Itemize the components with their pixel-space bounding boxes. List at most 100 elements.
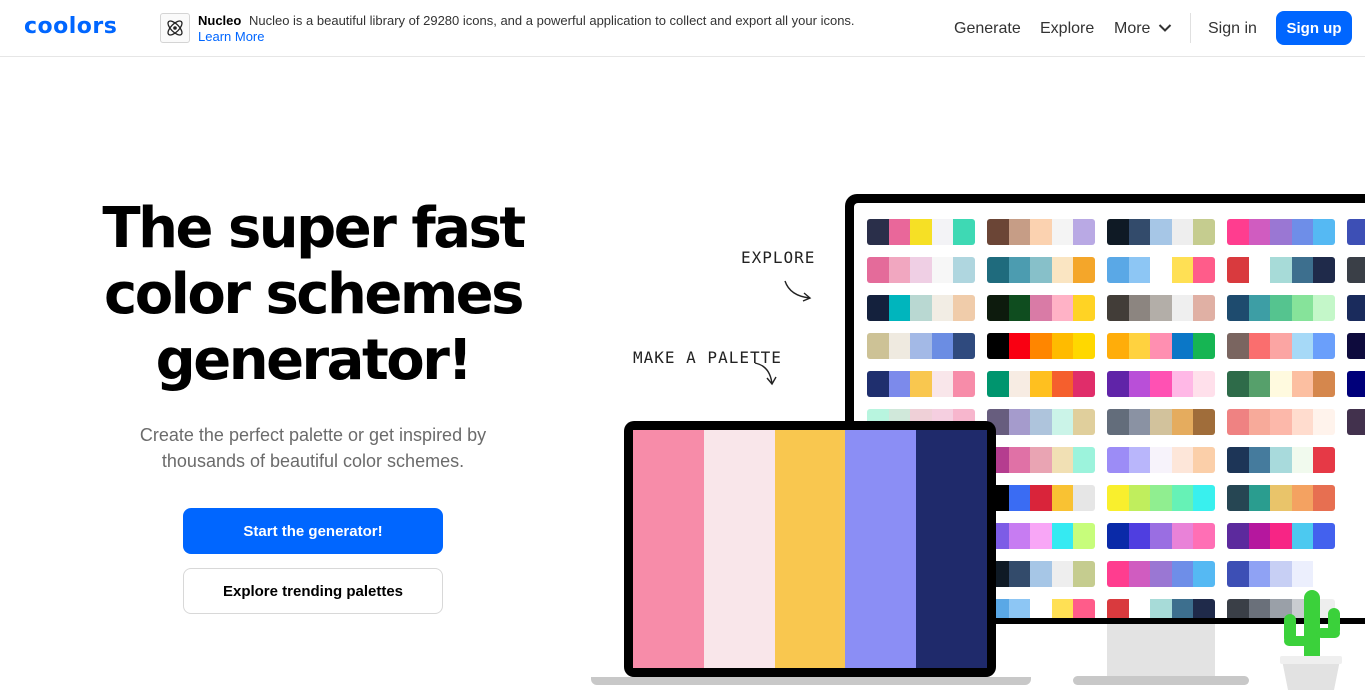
coolors-logo[interactable]: coolors — [24, 14, 117, 39]
palette-swatch — [1291, 219, 1314, 245]
nav-divider — [1190, 13, 1191, 43]
sign-up-button[interactable]: Sign up — [1276, 11, 1352, 45]
palette-swatch — [1150, 257, 1172, 283]
palette-swatch — [1291, 485, 1314, 511]
palette-swatch — [1030, 485, 1052, 511]
palette-swatch — [1227, 447, 1249, 473]
palette-swatch — [1248, 333, 1271, 359]
palette-swatch — [1030, 333, 1052, 359]
sponsored-ad[interactable]: Nucleo Nucleo is a beautiful library of … — [160, 13, 920, 45]
palette-swatch — [1128, 409, 1151, 435]
palette-swatch — [931, 371, 954, 397]
ad-learn-more-link[interactable]: Learn More — [198, 29, 264, 44]
palette-swatch — [1150, 561, 1172, 587]
explore-trending-button[interactable]: Explore trending palettes — [183, 568, 443, 614]
palette-thumbnail — [867, 295, 975, 321]
palette-swatch — [1227, 523, 1249, 549]
palette-swatch — [1008, 257, 1031, 283]
palette-swatch — [1030, 409, 1052, 435]
palette-swatch — [1248, 257, 1271, 283]
palette-swatch — [867, 295, 889, 321]
palette-swatch — [1008, 219, 1031, 245]
palette-swatch — [1270, 257, 1292, 283]
sign-in-link[interactable]: Sign in — [1208, 0, 1257, 57]
nav-explore[interactable]: Explore — [1040, 0, 1094, 57]
palette-swatch — [1150, 485, 1172, 511]
palette-thumbnail — [867, 333, 975, 359]
palette-swatch — [1008, 295, 1031, 321]
palette-swatch — [1128, 219, 1151, 245]
palette-swatch — [1227, 295, 1249, 321]
monitor-stand — [1107, 620, 1215, 680]
palette-swatch — [1051, 257, 1074, 283]
palette-swatch — [1030, 599, 1052, 618]
palette-swatch — [1128, 523, 1151, 549]
palette-swatch — [1248, 295, 1271, 321]
laptop-palette-swatch — [845, 430, 917, 668]
nucleo-logo-icon[interactable] — [160, 13, 190, 43]
hero-title-line-3: generator! — [155, 328, 473, 393]
palette-thumbnail — [1227, 295, 1335, 321]
hero-illustration: EXPLORE MAKE A PALETTE — [580, 180, 1365, 696]
palette-thumbnail — [1227, 523, 1335, 549]
palette-swatch — [888, 371, 911, 397]
palette-swatch — [1171, 409, 1194, 435]
palette-swatch — [1073, 523, 1095, 549]
palette-swatch — [910, 295, 932, 321]
palette-thumbnail — [1107, 257, 1215, 283]
palette-swatch — [1073, 219, 1095, 245]
palette-swatch — [1291, 371, 1314, 397]
hero-title-line-1: The super fast — [102, 196, 526, 261]
palette-thumbnail — [1107, 599, 1215, 618]
palette-swatch — [1270, 371, 1292, 397]
nav-generate[interactable]: Generate — [954, 0, 1021, 57]
palette-swatch — [1270, 447, 1292, 473]
nav-more-label: More — [1114, 19, 1151, 37]
palette-swatch — [1227, 219, 1249, 245]
palette-swatch — [1073, 485, 1095, 511]
palette-thumbnail — [1107, 409, 1215, 435]
palette-swatch — [1073, 257, 1095, 283]
palette-swatch — [931, 219, 954, 245]
laptop-illustration — [624, 421, 996, 677]
laptop-palette-swatch — [774, 430, 846, 668]
palette-swatch — [1171, 599, 1194, 618]
palette-swatch — [1051, 485, 1074, 511]
palette-thumbnail — [1227, 257, 1335, 283]
palette-swatch — [1193, 599, 1215, 618]
palette-swatch — [1227, 371, 1249, 397]
palette-swatch — [1248, 523, 1271, 549]
palette-swatch — [1008, 409, 1031, 435]
palette-swatch — [1128, 561, 1151, 587]
palette-swatch — [1313, 485, 1335, 511]
palette-swatch — [1073, 295, 1095, 321]
palette-swatch — [1248, 561, 1271, 587]
palette-swatch — [1150, 447, 1172, 473]
palette-swatch — [1008, 523, 1031, 549]
palette-thumbnail — [1107, 333, 1215, 359]
palette-swatch — [1128, 485, 1151, 511]
palette-swatch — [1073, 561, 1095, 587]
palette-swatch — [1171, 447, 1194, 473]
hero-title-line-2: color schemes — [104, 262, 525, 327]
palette-swatch — [1313, 409, 1335, 435]
chevron-down-icon — [1158, 20, 1172, 38]
palette-thumbnail — [987, 333, 1095, 359]
palette-swatch — [867, 371, 889, 397]
palette-thumbnail — [1227, 561, 1335, 587]
palette-swatch — [1270, 561, 1292, 587]
start-generator-button[interactable]: Start the generator! — [183, 508, 443, 554]
nav-more-dropdown[interactable]: More — [1114, 0, 1172, 57]
palette-swatch — [888, 257, 911, 283]
palette-swatch — [1051, 447, 1074, 473]
palette-thumbnail — [987, 599, 1095, 618]
palette-thumbnail — [1107, 447, 1215, 473]
palette-swatch — [1227, 409, 1249, 435]
palette-swatch — [1030, 447, 1052, 473]
palette-swatch — [1291, 333, 1314, 359]
palette-swatch — [910, 371, 932, 397]
palette-swatch — [867, 257, 889, 283]
palette-swatch — [1193, 485, 1215, 511]
palette-swatch — [1291, 295, 1314, 321]
palette-swatch — [1227, 599, 1249, 618]
